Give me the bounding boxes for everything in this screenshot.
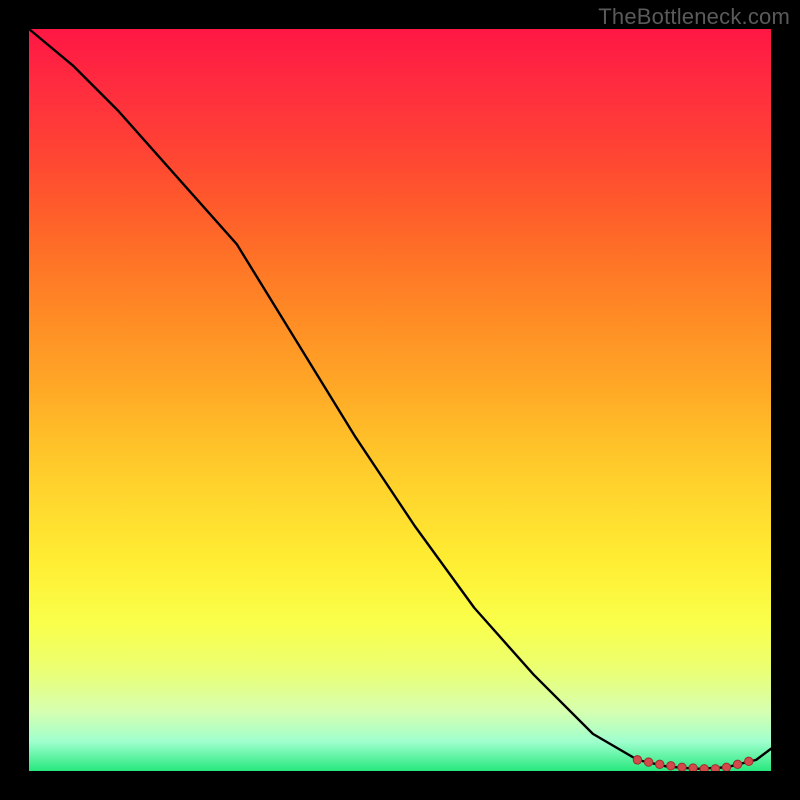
series-markers xyxy=(633,756,753,771)
marker-dot xyxy=(667,762,675,770)
attribution-label: TheBottleneck.com xyxy=(598,4,790,30)
marker-dot xyxy=(656,760,664,768)
plot-area xyxy=(29,29,771,771)
series-curve xyxy=(29,29,771,769)
marker-dot xyxy=(644,758,652,766)
marker-dot xyxy=(689,764,697,771)
marker-dot xyxy=(700,765,708,771)
chart-svg xyxy=(29,29,771,771)
marker-dot xyxy=(678,763,686,771)
marker-dot xyxy=(722,763,730,771)
marker-dot xyxy=(745,757,753,765)
marker-dot xyxy=(711,765,719,771)
marker-dot xyxy=(633,756,641,764)
chart-frame: TheBottleneck.com xyxy=(0,0,800,800)
marker-dot xyxy=(733,760,741,768)
